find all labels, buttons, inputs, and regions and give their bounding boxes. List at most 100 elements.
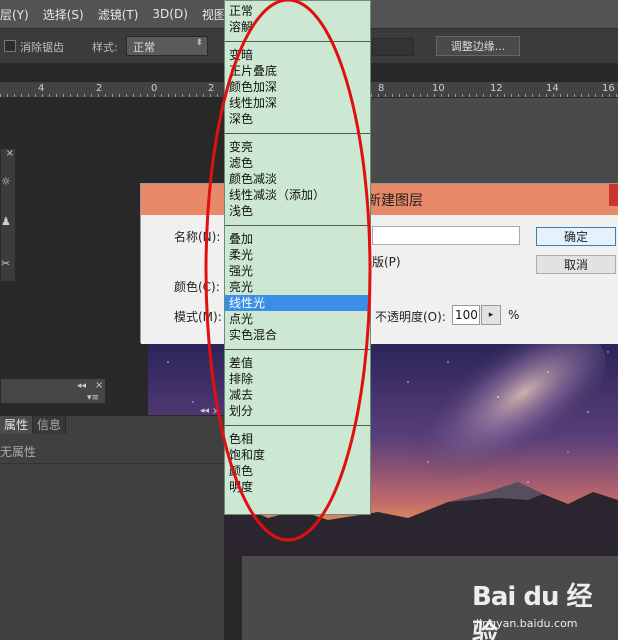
ruler-tick: [35, 94, 36, 97]
properties-empty-text: 无属性: [0, 445, 37, 459]
blend-mode-item[interactable]: 颜色减淡: [225, 171, 370, 187]
opacity-input[interactable]: 100: [452, 305, 480, 325]
blend-mode-item[interactable]: 深色: [225, 111, 370, 127]
blend-mode-item[interactable]: 线性加深: [225, 95, 370, 111]
ruler-tick: [77, 94, 78, 97]
ruler-tick: [490, 94, 491, 97]
blend-mode-item[interactable]: 变暗: [225, 47, 370, 63]
tab-properties[interactable]: 属性: [0, 416, 34, 434]
refine-edge-button[interactable]: 调整边缘...: [436, 36, 520, 56]
antialias-label: 消除锯齿: [20, 41, 64, 54]
ruler-tick: [105, 94, 106, 97]
ruler-tick: [371, 94, 372, 97]
cancel-button[interactable]: 取消: [536, 255, 616, 274]
blend-mode-item[interactable]: 叠加: [225, 231, 370, 247]
blend-mode-item[interactable]: 浅色: [225, 203, 370, 219]
ruler-tick: [602, 94, 603, 97]
ruler-tick: [476, 94, 477, 97]
blend-mode-item[interactable]: 实色混合: [225, 327, 370, 343]
ruler-tick: [119, 94, 120, 97]
menu-3d[interactable]: 3D(D): [152, 7, 187, 21]
scissors-icon[interactable]: ✂: [1, 257, 10, 270]
blend-mode-item[interactable]: 饱和度: [225, 447, 370, 463]
ruler-tick: [567, 94, 568, 97]
ruler-tick: [7, 94, 8, 97]
ruler-tick: [385, 94, 386, 97]
panel-menu-icon[interactable]: ▾≡: [87, 393, 99, 403]
menu-filter[interactable]: 滤镜(T): [98, 6, 139, 23]
ruler-tick: [609, 94, 610, 97]
properties-panel: 属性 信息 ◂◂ × 无属性: [0, 406, 224, 640]
close-icon[interactable]: ×: [212, 406, 220, 417]
blend-mode-item[interactable]: 线性光: [225, 295, 370, 311]
ruler-tick: [581, 94, 582, 97]
ruler-tick: [497, 94, 498, 97]
ruler-tick: [378, 94, 379, 97]
dialog-title: 新建图层: [367, 193, 423, 209]
menu-select[interactable]: 选择(S): [43, 6, 84, 23]
mode-label: 模式(M):: [174, 310, 222, 324]
height-field[interactable]: [372, 38, 414, 56]
ruler-tick: [189, 94, 190, 97]
blend-mode-item[interactable]: 强光: [225, 263, 370, 279]
blend-mode-item[interactable]: 排除: [225, 371, 370, 387]
blend-mode-item[interactable]: 柔光: [225, 247, 370, 263]
color-label: 颜色(C):: [174, 280, 220, 294]
menu-separator: [225, 41, 370, 42]
blend-mode-item[interactable]: 变亮: [225, 139, 370, 155]
blend-mode-item[interactable]: 亮光: [225, 279, 370, 295]
blend-mode-item[interactable]: 线性减淡（添加）: [225, 187, 370, 203]
ruler-tick: [98, 94, 99, 97]
ruler-tick: [462, 94, 463, 97]
close-icon[interactable]: ×: [95, 380, 103, 391]
menu-layer[interactable]: 层(Y): [0, 6, 29, 23]
tab-info[interactable]: 信息: [33, 416, 67, 434]
tool-panel: × ☼ ♟ ✂: [0, 148, 16, 282]
collapse-icon[interactable]: ◂◂: [77, 381, 86, 391]
ruler-label: 2: [208, 83, 215, 94]
ok-button[interactable]: 确定: [536, 227, 616, 246]
ruler-label: 8: [378, 83, 385, 94]
close-button[interactable]: [609, 184, 618, 206]
ruler-tick: [427, 94, 428, 97]
menu-separator: [225, 133, 370, 134]
ruler-tick: [70, 94, 71, 97]
ruler-label: 14: [546, 83, 559, 94]
ruler-tick: [217, 94, 218, 97]
blend-mode-item[interactable]: 划分: [225, 403, 370, 419]
layer-name-input[interactable]: [372, 226, 520, 245]
antialias-checkbox[interactable]: [4, 40, 16, 52]
ruler-tick: [161, 94, 162, 97]
ruler-label: 12: [490, 83, 503, 94]
style-select[interactable]: 正常 ⬍: [126, 36, 208, 56]
stamp-icon[interactable]: ♟: [1, 215, 11, 228]
watermark-brand: Bai du 经验: [472, 582, 593, 640]
blend-mode-item[interactable]: 减去: [225, 387, 370, 403]
ruler-tick: [0, 94, 1, 97]
close-icon[interactable]: ×: [6, 148, 14, 159]
ruler-tick: [203, 94, 204, 97]
ruler-label: 16: [602, 83, 615, 94]
ruler-tick: [112, 94, 113, 97]
ruler-tick: [483, 94, 484, 97]
blend-mode-item[interactable]: 明度: [225, 479, 370, 495]
brightness-icon[interactable]: ☼: [1, 175, 11, 188]
collapse-icon[interactable]: ◂◂: [200, 406, 209, 416]
blend-mode-menu: 正常 溶解变暗 正片叠底 颜色加深 线性加深 深色变亮 滤色 颜色减淡 线性减淡（添加） 浅色叠加…: [224, 0, 371, 515]
blend-mode-item[interactable]: 颜色: [225, 463, 370, 479]
clip-mask-label[interactable]: 版(P): [372, 253, 401, 270]
blend-mode-item[interactable]: 色相: [225, 431, 370, 447]
blend-mode-item[interactable]: 正常: [225, 3, 370, 19]
blend-mode-item[interactable]: 颜色加深: [225, 79, 370, 95]
blend-mode-item[interactable]: 滤色: [225, 155, 370, 171]
blend-mode-item[interactable]: 差值: [225, 355, 370, 371]
ruler-tick: [182, 94, 183, 97]
blend-mode-item[interactable]: 点光: [225, 311, 370, 327]
ruler-label: 2: [96, 83, 103, 94]
ruler-tick: [420, 94, 421, 97]
ruler-tick: [525, 94, 526, 97]
blend-mode-item[interactable]: 正片叠底: [225, 63, 370, 79]
ruler-tick: [196, 94, 197, 97]
opacity-arrow-button[interactable]: ▸: [481, 305, 501, 325]
blend-mode-item[interactable]: 溶解: [225, 19, 370, 35]
